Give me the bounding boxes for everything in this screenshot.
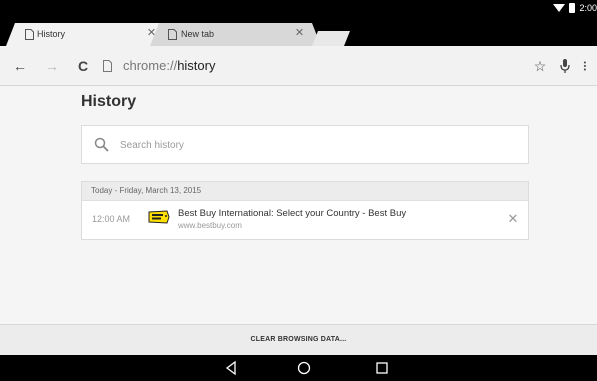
entry-time: 12:00 AM — [92, 214, 131, 224]
star-icon[interactable]: ☆ — [530, 56, 550, 76]
status-icons: 2:00 — [553, 1, 597, 14]
omnibox[interactable]: chrome://history — [96, 55, 526, 77]
more-vert-icon[interactable] — [580, 56, 594, 76]
page-icon — [103, 60, 112, 72]
search-box[interactable] — [81, 125, 529, 164]
nav-back-icon[interactable] — [223, 360, 239, 376]
tab-label: History — [37, 29, 66, 39]
url-scheme: chrome:// — [123, 58, 178, 73]
entry-title-link[interactable]: Best Buy International: Select your Coun… — [178, 208, 406, 219]
history-page: History Today - Friday, March 13, 2015 1… — [0, 86, 597, 324]
tab-label: New tab — [181, 29, 215, 39]
clear-browsing-data-button[interactable]: CLEAR BROWSING DATA... — [0, 325, 597, 355]
system-nav-bar — [0, 355, 597, 381]
search-input[interactable] — [120, 135, 510, 155]
page-icon — [25, 29, 34, 40]
day-label: Today - Friday, March 13, 2015 — [91, 186, 202, 195]
tab-close-icon[interactable]: ✕ — [293, 27, 306, 40]
best-buy-logo — [148, 210, 170, 224]
history-card: Today - Friday, March 13, 2015 12:00 AM … — [81, 181, 529, 240]
nav-recents-icon[interactable] — [374, 360, 390, 376]
battery-icon — [569, 2, 576, 13]
status-clock: 2:00 — [579, 2, 597, 13]
page-icon — [168, 29, 177, 40]
new-tab-button[interactable] — [312, 31, 350, 46]
clear-browsing-bar: CLEAR BROWSING DATA... — [0, 324, 597, 355]
remove-entry-icon[interactable]: ✕ — [506, 212, 520, 226]
history-entry[interactable]: 12:00 AM Best Buy International: Select … — [82, 201, 528, 239]
url-text[interactable]: chrome://history — [123, 58, 215, 74]
arrow-forward-icon[interactable]: → — [42, 56, 62, 76]
tab-new-tab[interactable]: New tab ✕ — [150, 23, 321, 46]
arrow-back-icon[interactable]: ← — [10, 56, 30, 76]
day-header: Today - Friday, March 13, 2015 — [82, 182, 528, 201]
tab-history[interactable]: History ✕ — [6, 23, 172, 46]
tab-strip: History ✕ New tab ✕ — [0, 15, 597, 46]
search-icon — [94, 137, 109, 152]
nav-home-icon[interactable] — [296, 360, 312, 376]
url-host: history — [177, 58, 216, 73]
page-title: History — [81, 93, 137, 110]
wifi-icon — [553, 3, 566, 12]
mic-icon[interactable] — [555, 56, 575, 76]
entry-domain: www.bestbuy.com — [178, 221, 242, 230]
browser-toolbar: ← → C chrome://history ☆ — [0, 46, 597, 86]
reload-icon[interactable]: C — [73, 56, 93, 76]
status-bar: 2:00 — [0, 0, 597, 15]
